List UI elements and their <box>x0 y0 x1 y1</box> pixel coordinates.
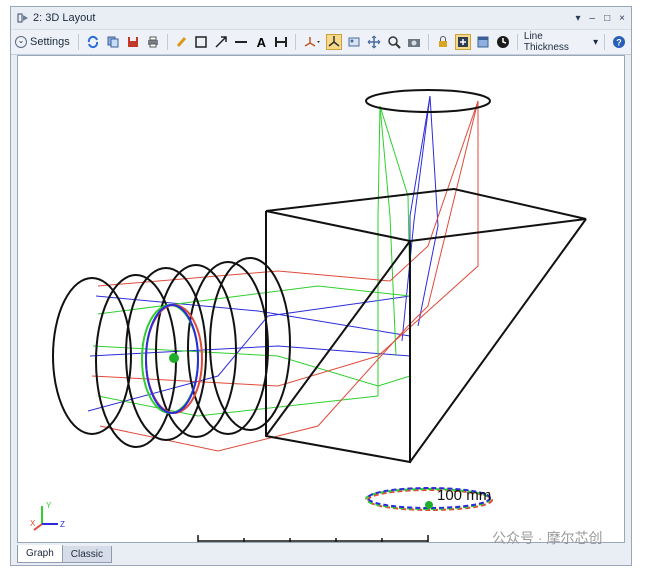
window-menu-button[interactable]: ▾ <box>576 13 581 24</box>
refresh-icon <box>87 35 98 49</box>
rotate-axes-icon <box>328 36 340 47</box>
axis-y-label: Y <box>46 501 52 510</box>
move-button[interactable] <box>366 34 382 50</box>
text-icon: A <box>256 34 267 50</box>
line-thickness-label: Line Thickness <box>523 31 569 53</box>
line-icon <box>235 41 248 43</box>
green-rays <box>92 105 411 417</box>
spot-center <box>425 501 433 509</box>
layout-window-icon <box>17 13 28 23</box>
timer-button[interactable] <box>495 34 511 50</box>
clock-icon <box>496 36 509 48</box>
prism <box>265 187 587 464</box>
title-bar: 2: 3D Layout ▾ – □ × <box>11 7 631 29</box>
print-button[interactable] <box>145 34 161 50</box>
watermark: 公众号 · 摩尔芯创 <box>492 530 603 546</box>
toolbar-separator <box>516 34 518 50</box>
fit-view-icon <box>457 37 468 47</box>
toolbar-separator <box>166 34 168 50</box>
copy-button[interactable] <box>105 34 121 50</box>
help-icon: ? <box>613 36 626 48</box>
scale-bar-label: 100 mm <box>437 487 492 504</box>
lock-button[interactable] <box>435 34 451 50</box>
zoom-button[interactable] <box>386 34 402 50</box>
move-icon <box>367 35 381 49</box>
maximize-button[interactable]: □ <box>604 13 610 24</box>
blue-rays <box>87 95 439 412</box>
toolbar-separator <box>295 34 297 50</box>
text-tool-button[interactable]: A <box>253 34 269 50</box>
lens-group <box>52 257 291 448</box>
save-button[interactable] <box>125 34 141 50</box>
refresh-button[interactable] <box>85 34 101 50</box>
view-tabs: Graph Classic <box>17 545 113 563</box>
image-view-icon <box>348 37 360 47</box>
scale-bar <box>197 535 429 547</box>
camera-button[interactable] <box>406 34 422 50</box>
rotate-view-button[interactable] <box>326 34 343 50</box>
rectangle-tool-button[interactable] <box>194 34 210 50</box>
settings-label: Settings <box>30 36 70 48</box>
layout-canvas[interactable]: X Y Z <box>17 55 625 547</box>
dimension-tool-button[interactable] <box>273 34 289 50</box>
optical-layout-drawing: X Y Z <box>30 89 587 547</box>
window-layout-button[interactable] <box>475 34 491 50</box>
minimize-button[interactable]: – <box>590 13 596 24</box>
rectangle-icon <box>195 36 208 48</box>
copy-icon <box>107 36 119 48</box>
chevron-down-icon: ▾ <box>593 36 599 48</box>
axes-icon <box>304 37 321 47</box>
svg-text:?: ? <box>616 38 622 48</box>
line-thickness-dropdown[interactable]: Line Thickness ▾ <box>524 31 598 53</box>
settings-button[interactable]: ⌄ Settings <box>15 36 72 48</box>
magnifier-icon <box>388 36 401 49</box>
window-title: 2: 3D Layout <box>33 12 96 24</box>
axis-x-label: X <box>30 519 36 528</box>
dimension-icon <box>275 37 288 47</box>
axis-triad: X Y Z <box>30 501 65 531</box>
arrow-icon <box>215 36 228 48</box>
help-button[interactable]: ? <box>611 34 627 50</box>
layout-window: 2: 3D Layout ▾ – □ × ⌄ Settings A Line T… <box>10 6 632 566</box>
toolbar-separator <box>604 34 606 50</box>
axes-dropdown-button[interactable] <box>302 34 322 50</box>
chevron-down-icon: ⌄ <box>15 36 27 48</box>
pencil-icon <box>176 37 186 47</box>
toolbar: ⌄ Settings A Line Thickness ▾ ? <box>11 29 631 55</box>
save-icon <box>127 37 138 47</box>
tab-classic[interactable]: Classic <box>61 546 113 563</box>
printer-icon <box>147 36 158 48</box>
pencil-tool-button[interactable] <box>174 34 190 50</box>
line-tool-button[interactable] <box>233 34 249 50</box>
lock-icon <box>439 36 447 47</box>
pupil-center <box>169 353 179 363</box>
pan-view-button[interactable] <box>346 34 362 50</box>
window-icon <box>477 36 489 48</box>
tab-graph[interactable]: Graph <box>17 545 63 563</box>
toolbar-separator <box>77 34 79 50</box>
close-button[interactable]: × <box>619 13 625 24</box>
toolbar-separator <box>428 34 430 50</box>
arrow-tool-button[interactable] <box>213 34 229 50</box>
camera-icon <box>408 39 421 47</box>
axis-z-label: Z <box>60 520 65 529</box>
fit-view-button[interactable] <box>454 34 471 50</box>
